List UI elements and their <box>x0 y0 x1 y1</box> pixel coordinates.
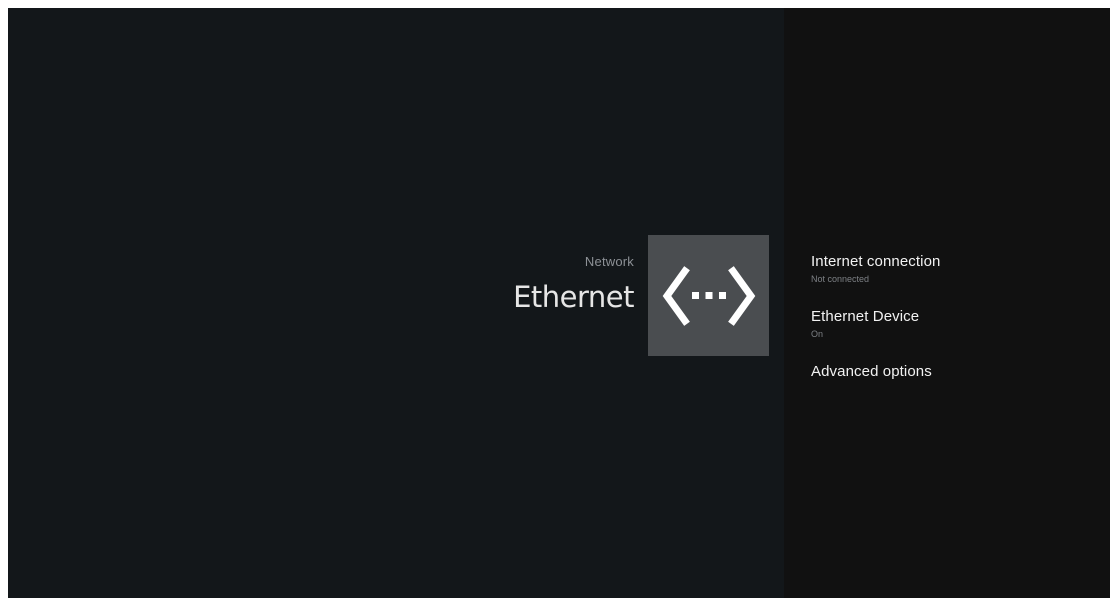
page-title: Ethernet <box>513 280 634 314</box>
settings-screen: Network Ethernet Internet connection Not… <box>8 8 1110 598</box>
actions-pane: Internet connection Not connected Ethern… <box>784 8 1110 598</box>
breadcrumb: Network <box>584 254 634 269</box>
menu-item-subtitle: Not connected <box>811 274 870 284</box>
menu-item-title: Advanced options <box>811 363 932 380</box>
menu-item-title: Ethernet Device <box>811 308 920 325</box>
settings-menu: Internet connection Not connected Ethern… <box>811 253 1100 403</box>
guidance-pane: Network Ethernet <box>8 8 784 598</box>
menu-item-ethernet-device[interactable]: Ethernet Device On <box>811 308 1100 341</box>
menu-item-internet-connection[interactable]: Internet connection Not connected <box>811 253 1100 286</box>
ethernet-icon-tile <box>648 235 769 356</box>
ethernet-icon <box>662 265 755 326</box>
menu-item-subtitle: On <box>811 329 824 339</box>
header-block: Network Ethernet <box>513 254 634 315</box>
menu-item-advanced-options[interactable]: Advanced options <box>811 363 1100 381</box>
menu-item-title: Internet connection <box>811 253 941 270</box>
